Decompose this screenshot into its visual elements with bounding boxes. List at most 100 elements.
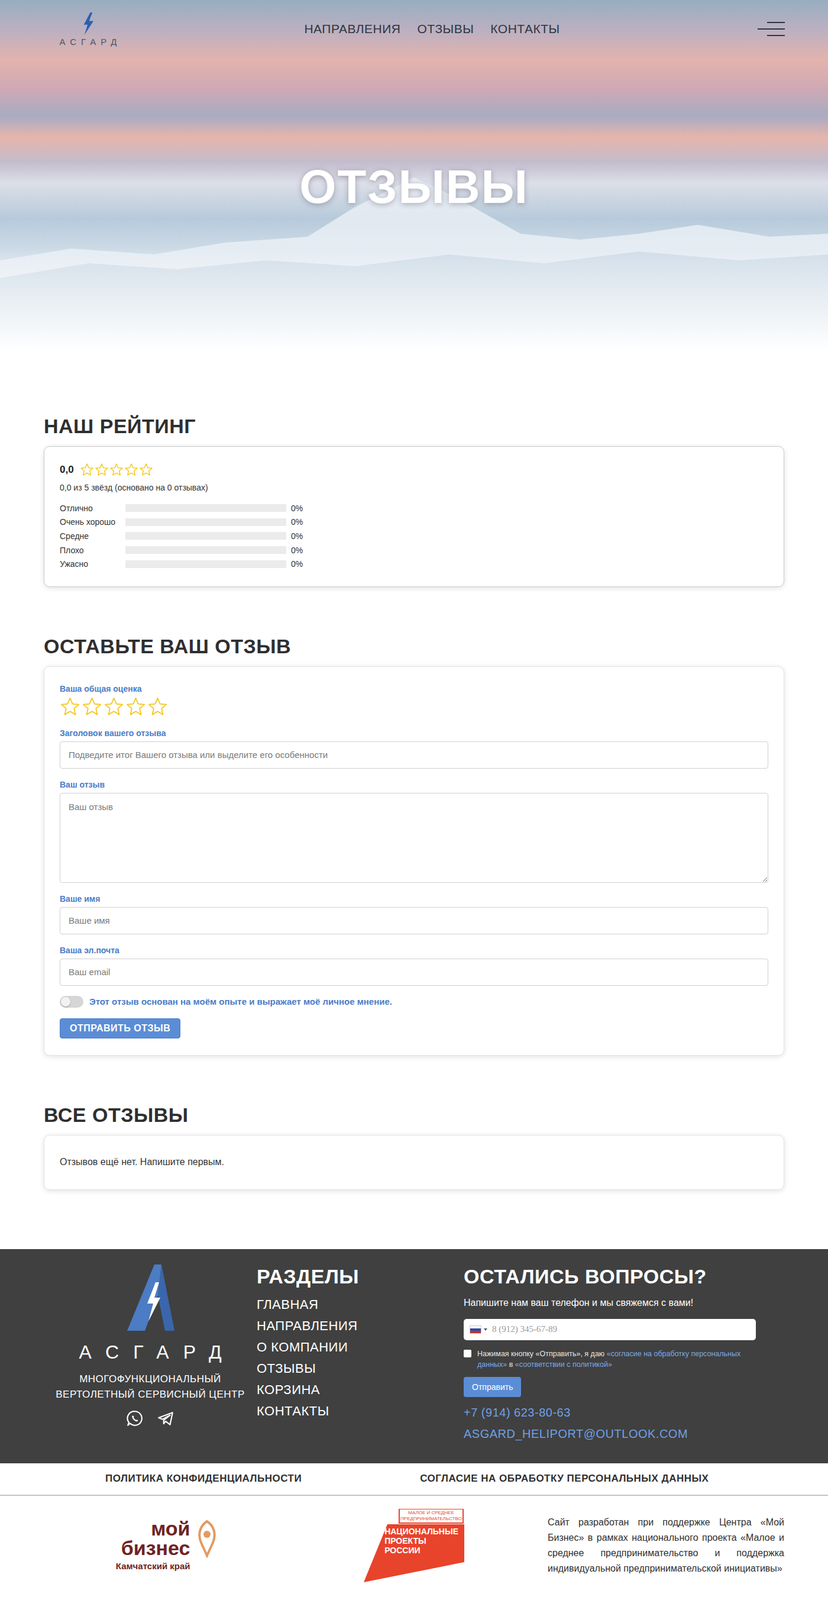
- review-form: Ваша общая оценка Заголовок вашего отзыва…: [43, 665, 785, 1056]
- phone-input[interactable]: [492, 1320, 750, 1338]
- toggle-knob: [60, 996, 71, 1007]
- star-icon[interactable]: [81, 696, 103, 717]
- text-input[interactable]: [59, 958, 769, 986]
- section-heading: НАШ РЕЙТИНГ: [43, 414, 785, 438]
- hero: АСГАРД НАПРАВЛЕНИЯ ОТЗЫВЫ КОНТАКТЫОТЗЫВЫ: [0, 0, 828, 352]
- footer-link[interactable]: КОРЗИНА: [256, 1378, 464, 1400]
- section-heading: ОСТАВЬТЕ ВАШ ОТЗЫВ: [43, 634, 785, 658]
- email-link[interactable]: ASGARD_HELIPORT@OUTLOOK.COM: [463, 1422, 760, 1444]
- rating-row: Очень хорошо0%: [59, 515, 769, 530]
- logo-text: АСГАРД: [55, 36, 122, 47]
- rating-bar: [125, 503, 287, 512]
- top-navigation: АСГАРД НАПРАВЛЕНИЯ ОТЗЫВЫ КОНТАКТЫ: [0, 0, 828, 54]
- form-field: Ваша эл.почта: [59, 944, 769, 986]
- form-field: Ваш отзыв: [59, 778, 769, 883]
- rating-card: 0,0 0,0 из 5 звёзд (основано на 0 отзывах…: [43, 445, 785, 587]
- footer: АСГАРДМНОГОФУНКЦИОНАЛЬНЫЙВЕРТОЛЕТНЫЙ СЕР…: [0, 1248, 828, 1463]
- submit-review-button[interactable]: ОТПРАВИТЬ ОТЗЫВ: [59, 1017, 181, 1038]
- consent-toggle[interactable]: [59, 995, 84, 1008]
- rating-bar: [125, 531, 287, 540]
- star-icon[interactable]: [103, 696, 125, 717]
- footer-link[interactable]: КОНТАКТЫ: [256, 1399, 464, 1422]
- nav-link[interactable]: ОТЗЫВЫ: [417, 21, 475, 37]
- form-field: Заголовок вашего отзыва: [59, 727, 769, 769]
- rating-percent: 0%: [290, 503, 769, 513]
- star-icon[interactable]: [147, 696, 168, 717]
- review-form-section: ОСТАВЬТЕ ВАШ ОТЗЫВ Ваша общая оценка Загол…: [43, 634, 785, 1056]
- star-icon: [109, 462, 124, 477]
- score-row: 0,0: [59, 461, 769, 478]
- rating-bar: [125, 518, 287, 526]
- lightning-icon: [77, 11, 99, 36]
- reviews-page: АСГАРД НАПРАВЛЕНИЯ ОТЗЫВЫ КОНТАКТЫ ОТЗЫВЫ НАШ…: [0, 0, 828, 1600]
- partner-cell: мойбизнесКамчатский край: [43, 1518, 291, 1571]
- logo-region: Камчатский край: [115, 1560, 191, 1571]
- reviews-list: Отзывов ещё нет. Напишите первым.: [43, 1134, 785, 1190]
- text-input[interactable]: [59, 906, 769, 934]
- rating-summary: 0,0 из 5 звёзд (основано на 0 отзывах): [59, 482, 769, 493]
- field-label: Ваша эл.почта: [59, 944, 769, 956]
- footer-link[interactable]: ГЛАВНАЯ: [256, 1293, 464, 1315]
- rating-row: Ужасно0%: [59, 556, 769, 571]
- logo-icon: [123, 1263, 177, 1331]
- country-select[interactable]: [469, 1324, 488, 1334]
- legal-bar: ПОЛИТИКА КОНФИДЕНЦИАЛЬНОСТИ СОГЛАСИЕ НА О…: [0, 1462, 828, 1496]
- rating-bar: [125, 560, 287, 568]
- footer-heading: ОСТАЛИСЬ ВОПРОСЫ?: [463, 1263, 760, 1288]
- phone-field: [463, 1318, 756, 1340]
- footer-link[interactable]: О КОМПАНИИ: [256, 1336, 464, 1358]
- rocket-pin-icon: [195, 1519, 219, 1558]
- star-icon[interactable]: [125, 696, 147, 717]
- rating-percent: 0%: [290, 545, 769, 555]
- consent-part: Нажимая кнопку «Отправить», я даю: [477, 1349, 607, 1358]
- logo-word: бизнес: [121, 1536, 191, 1558]
- footer-link[interactable]: ОТЗЫВЫ: [256, 1357, 464, 1379]
- russia-flag-icon: [469, 1324, 482, 1334]
- rating-percent: 0%: [290, 516, 769, 527]
- rating-section: НАШ РЕЙТИНГ 0,0 0,0 из 5 звёзд (основано н…: [43, 414, 785, 587]
- nav-link[interactable]: НАПРАВЛЕНИЯ: [303, 21, 401, 37]
- whatsapp-icon[interactable]: [125, 1408, 144, 1427]
- star-icon: [94, 462, 109, 477]
- section-heading: ВСЕ ОТЗЫВЫ: [43, 1102, 785, 1127]
- review-textarea[interactable]: [59, 792, 769, 883]
- credit-text: Сайт разработан при поддержке Центра «Мо…: [547, 1514, 785, 1576]
- consent-text: Этот отзыв основан на моём опыте и выраж…: [89, 995, 393, 1007]
- consent-row: Нажимая кнопку «Отправить», я даю «согла…: [463, 1347, 756, 1370]
- consent-link[interactable]: «соответствии с политикой»: [515, 1359, 613, 1368]
- dropdown-caret-icon: [483, 1327, 488, 1331]
- form-field: Ваше имя: [59, 893, 769, 934]
- star-icon[interactable]: [59, 696, 81, 717]
- my-business-logo[interactable]: мойбизнесКамчатский край: [115, 1518, 219, 1571]
- rating-row: Отлично0%: [59, 500, 769, 516]
- national-projects-logo[interactable]: МАЛОЕ И СРЕДНЕЕ ПРЕДПРИНИМАТЕЛЬСТВОНАЦИО…: [363, 1508, 465, 1582]
- callback-form: ОСТАЛИСЬ ВОПРОСЫ?Напишите нам ваш телефо…: [463, 1263, 760, 1447]
- content: НАШ РЕЙТИНГ 0,0 0,0 из 5 звёзд (основано н…: [43, 351, 785, 1190]
- rating-row: Плохо0%: [59, 542, 769, 558]
- legal-link[interactable]: СОГЛАСИЕ НА ОБРАБОТКУ ПЕРСОНАЛЬНЫХ ДАННЫ…: [419, 1472, 709, 1484]
- footer-brand: АСГАРДМНОГОФУНКЦИОНАЛЬНЫЙВЕРТОЛЕТНЫЙ СЕР…: [43, 1263, 257, 1447]
- telegram-icon[interactable]: [156, 1408, 175, 1427]
- partner-cell: Сайт разработан при поддержке Центра «Мо…: [537, 1514, 785, 1576]
- rating-percent: 0%: [290, 531, 769, 541]
- phone-link[interactable]: +7 (914) 623-80-63: [463, 1401, 760, 1423]
- consent-checkbox[interactable]: [463, 1349, 472, 1357]
- star-icon: [138, 462, 154, 477]
- social-links: [125, 1408, 175, 1427]
- consent-part: в: [506, 1359, 516, 1368]
- callback-submit-button[interactable]: Отправить: [463, 1376, 522, 1397]
- star-icon: [79, 462, 95, 477]
- star-rating: [79, 462, 154, 477]
- empty-message: Отзывов ещё нет. Напишите первым.: [59, 1156, 225, 1167]
- legal-link[interactable]: ПОЛИТИКА КОНФИДЕНЦИАЛЬНОСТИ: [105, 1472, 302, 1484]
- star-input[interactable]: [59, 696, 168, 717]
- consent-row: Этот отзыв основан на моём опыте и выраж…: [59, 994, 393, 1008]
- field-label: Ваша общая оценка: [59, 683, 142, 694]
- logo-caption: МАЛОЕ И СРЕДНЕЕ ПРЕДПРИНИМАТЕЛЬСТВО: [400, 1509, 462, 1522]
- footer-link[interactable]: НАПРАВЛЕНИЯ: [256, 1314, 464, 1337]
- reviews-section: ВСЕ ОТЗЫВЫ Отзывов ещё нет. Напишите перв…: [43, 1102, 785, 1190]
- text-input[interactable]: [59, 741, 769, 769]
- nav-link[interactable]: КОНТАКТЫ: [490, 21, 560, 37]
- menu-button[interactable]: [696, 20, 785, 38]
- logo[interactable]: АСГАРД: [43, 11, 133, 47]
